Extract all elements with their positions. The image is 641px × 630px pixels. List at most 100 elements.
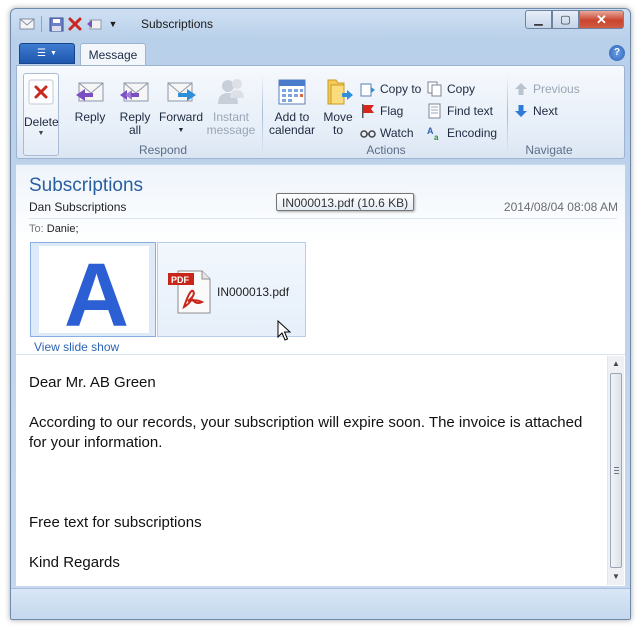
reply-all-button[interactable]: Reply all: [114, 76, 156, 137]
group-divider: [262, 74, 263, 154]
status-bar: [11, 588, 630, 619]
flag-icon: [360, 103, 376, 119]
minimize-button[interactable]: ▁: [525, 10, 552, 29]
save-icon[interactable]: [48, 16, 64, 32]
mouse-cursor-icon: [277, 319, 292, 345]
greeting-text: Dear Mr. AB Green: [29, 374, 156, 391]
chevron-down-icon: ▼: [177, 127, 185, 134]
delete-label: Delete: [24, 115, 59, 129]
delete-button[interactable]: Delete ▼: [23, 73, 59, 156]
encoding-button[interactable]: Aa Encoding: [427, 124, 497, 142]
reply-dropdown-icon[interactable]: [86, 16, 102, 32]
svg-text:a: a: [434, 133, 439, 141]
sender-name[interactable]: Dan Subscriptions: [29, 200, 126, 214]
flag-button[interactable]: Flag: [360, 102, 403, 120]
file-menu-button[interactable]: ☰ ▼: [19, 43, 75, 64]
find-text-icon: [427, 103, 443, 119]
add-to-calendar-label-line2: calendar: [268, 123, 316, 137]
recipient-name[interactable]: Danie;: [47, 223, 79, 235]
next-button[interactable]: Next: [513, 102, 558, 120]
find-text-label: Find text: [447, 104, 494, 118]
forward-label: Forward: [158, 110, 203, 124]
previous-label: Previous: [533, 82, 580, 96]
watch-glasses-icon: [360, 125, 376, 141]
recipients: To: Danie;: [29, 223, 79, 235]
copy-button[interactable]: Copy: [427, 80, 475, 98]
copy-to-folder-icon: [360, 81, 376, 97]
scroll-down-icon[interactable]: ▼: [608, 569, 624, 585]
instant-message-label-line2: message: [206, 123, 256, 137]
message-body: Dear Mr. AB Green According to our recor…: [16, 354, 625, 586]
move-to-label-line2: to: [332, 123, 343, 137]
maximize-button[interactable]: ▢: [552, 10, 579, 29]
ribbon-tabs: ☰ ▼ Message ?: [16, 41, 625, 66]
arrow-up-icon: [513, 81, 529, 97]
reply-button[interactable]: Reply: [69, 76, 111, 124]
grip-icon: [614, 467, 619, 474]
copy-label: Copy: [447, 82, 476, 96]
header-divider: [29, 218, 617, 219]
mail-window: ▼ Subscriptions ▁ ▢ ✕ ☰ ▼ Message ? Dele…: [10, 8, 631, 620]
reply-label: Reply: [74, 110, 106, 124]
copy-to-label: Copy to: [380, 82, 422, 96]
view-slide-show-link[interactable]: View slide show: [34, 340, 119, 354]
reply-icon: [74, 76, 106, 108]
ribbon: Delete ▼ Reply Reply all Forward ▼ Insta…: [16, 65, 625, 159]
chevron-down-icon: ▼: [37, 130, 45, 137]
image-thumbnail: A: [39, 246, 149, 346]
pdf-badge-text: PDF: [171, 275, 190, 285]
help-icon[interactable]: ?: [609, 45, 625, 61]
instant-message-icon: [215, 76, 247, 108]
attachment-tooltip: IN000013.pdf (10.6 KB): [276, 193, 415, 211]
message-date: 2014/08/04 08:08 AM: [503, 200, 618, 214]
pdf-icon: PDF: [166, 269, 212, 318]
arrow-down-icon: [513, 103, 529, 119]
image-attachment[interactable]: A: [30, 242, 156, 346]
to-label: To:: [29, 223, 44, 235]
copy-icon: [427, 81, 443, 97]
move-to-button[interactable]: Move to: [318, 76, 358, 137]
closing-text: Kind Regards: [29, 554, 120, 571]
close-button[interactable]: ✕: [579, 10, 624, 29]
reply-all-label-line2: all: [128, 123, 141, 137]
folder-move-icon: [322, 76, 354, 108]
window-controls: ▁ ▢ ✕: [525, 10, 624, 29]
actions-group-label: Actions: [366, 143, 406, 157]
calendar-icon: [276, 76, 308, 108]
image-letter: A: [64, 246, 129, 333]
scroll-up-icon[interactable]: ▲: [608, 356, 624, 372]
body-paragraph: According to our records, your subscript…: [29, 414, 583, 451]
instant-message-button[interactable]: Instant message: [206, 76, 256, 137]
next-label: Next: [533, 104, 558, 118]
window-title: Subscriptions: [141, 17, 214, 31]
watch-button[interactable]: Watch: [360, 124, 414, 142]
message-subject: Subscriptions: [29, 175, 144, 196]
reply-all-icon: [119, 76, 151, 108]
title-bar: ▼ Subscriptions ▁ ▢ ✕: [11, 9, 630, 39]
find-text-button[interactable]: Find text: [427, 102, 493, 120]
chevron-down-icon: ▼: [50, 50, 57, 57]
scrollbar-thumb[interactable]: [610, 373, 622, 568]
copy-to-button[interactable]: Copy to: [360, 80, 421, 98]
forward-icon: [165, 76, 197, 108]
navigate-group-label: Navigate: [525, 143, 573, 157]
previous-button[interactable]: Previous: [513, 80, 580, 98]
menu-icon: ☰: [37, 48, 47, 59]
add-to-calendar-button[interactable]: Add to calendar: [267, 76, 317, 137]
vertical-scrollbar[interactable]: ▲ ▼: [607, 356, 624, 585]
mail-icon: [19, 16, 35, 32]
encoding-icon: Aa: [427, 125, 443, 141]
delete-icon[interactable]: [67, 16, 83, 32]
quick-access-toolbar: ▼: [19, 16, 121, 32]
tab-message[interactable]: Message: [80, 43, 146, 66]
toolbar-divider: [41, 16, 42, 32]
watch-label: Watch: [380, 126, 414, 140]
encoding-label: Encoding: [447, 126, 498, 140]
free-text: Free text for subscriptions: [29, 514, 202, 531]
chevron-down-icon[interactable]: ▼: [105, 16, 121, 32]
message-text: Dear Mr. AB Green According to our recor…: [29, 373, 599, 573]
flag-label: Flag: [380, 104, 404, 118]
delete-x-icon: [26, 78, 56, 106]
svg-text:A: A: [427, 126, 434, 136]
forward-button[interactable]: Forward ▼: [157, 76, 205, 137]
